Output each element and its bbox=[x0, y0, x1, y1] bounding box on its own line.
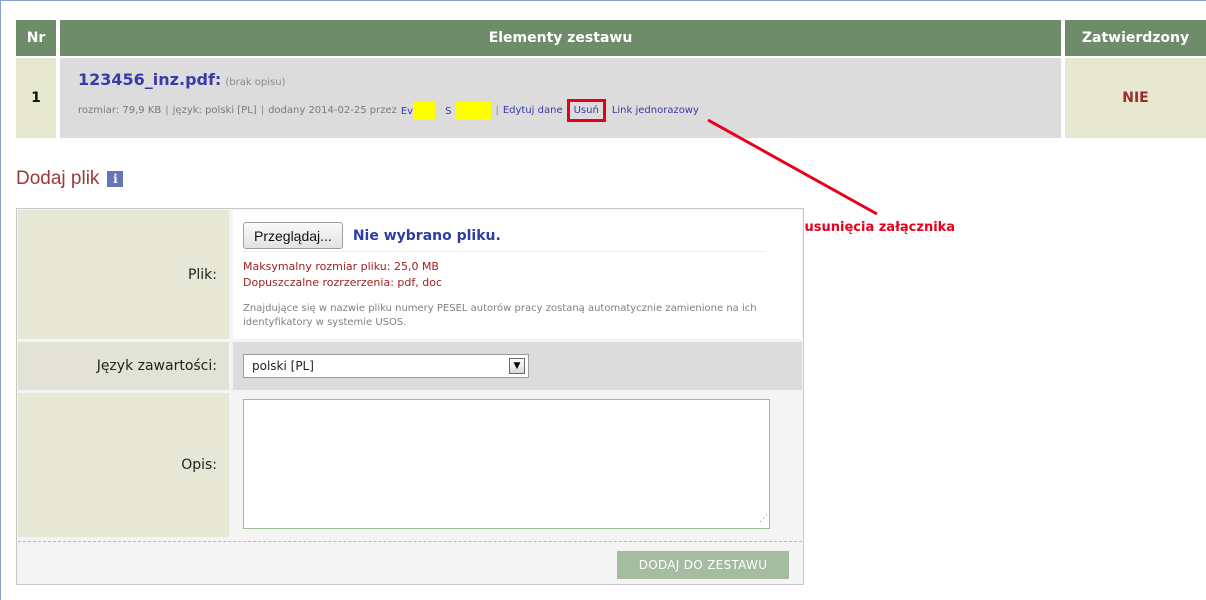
max-size-hint: Maksymalny rozmiar pliku: 25,0 MB bbox=[243, 260, 439, 273]
browse-button[interactable]: Przeglądaj... bbox=[243, 222, 343, 249]
allowed-ext-hint: Dopuszczalne rozrzerzenia: pdf, doc bbox=[243, 276, 442, 289]
section-title: Dodaj plik i bbox=[16, 168, 124, 190]
add-file-title: Dodaj plik bbox=[16, 168, 100, 189]
chevron-down-icon[interactable]: ▼ bbox=[509, 358, 525, 374]
resize-grip-icon[interactable]: ⋰ bbox=[758, 515, 768, 525]
no-file-text: Nie wybrano pliku. bbox=[352, 227, 501, 244]
file-label: Plik: bbox=[18, 210, 229, 339]
description-textarea[interactable] bbox=[243, 399, 770, 529]
file-input[interactable]: Przeglądaj... Nie wybrano pliku. bbox=[243, 220, 766, 252]
add-file-form: Plik: Przeglądaj... Nie wybrano pliku. M… bbox=[16, 208, 804, 585]
description-label: Opis: bbox=[18, 393, 229, 537]
language-label: Język zawartości: bbox=[18, 342, 229, 390]
add-to-set-button[interactable]: DODAJ DO ZESTAWU bbox=[617, 551, 789, 579]
language-select[interactable]: polski [PL] ▼ bbox=[243, 354, 529, 378]
pesel-hint: Znajdujące się w nazwie pliku numery PES… bbox=[243, 303, 757, 328]
info-icon[interactable]: i bbox=[107, 171, 124, 187]
file-field-cell: Przeglądaj... Nie wybrano pliku. Maksyma… bbox=[233, 210, 802, 339]
language-selected: polski [PL] bbox=[252, 359, 314, 373]
form-divider bbox=[18, 541, 802, 542]
description-field-cell: ⋰ bbox=[233, 393, 802, 537]
language-field-cell: polski [PL] ▼ bbox=[233, 342, 802, 390]
